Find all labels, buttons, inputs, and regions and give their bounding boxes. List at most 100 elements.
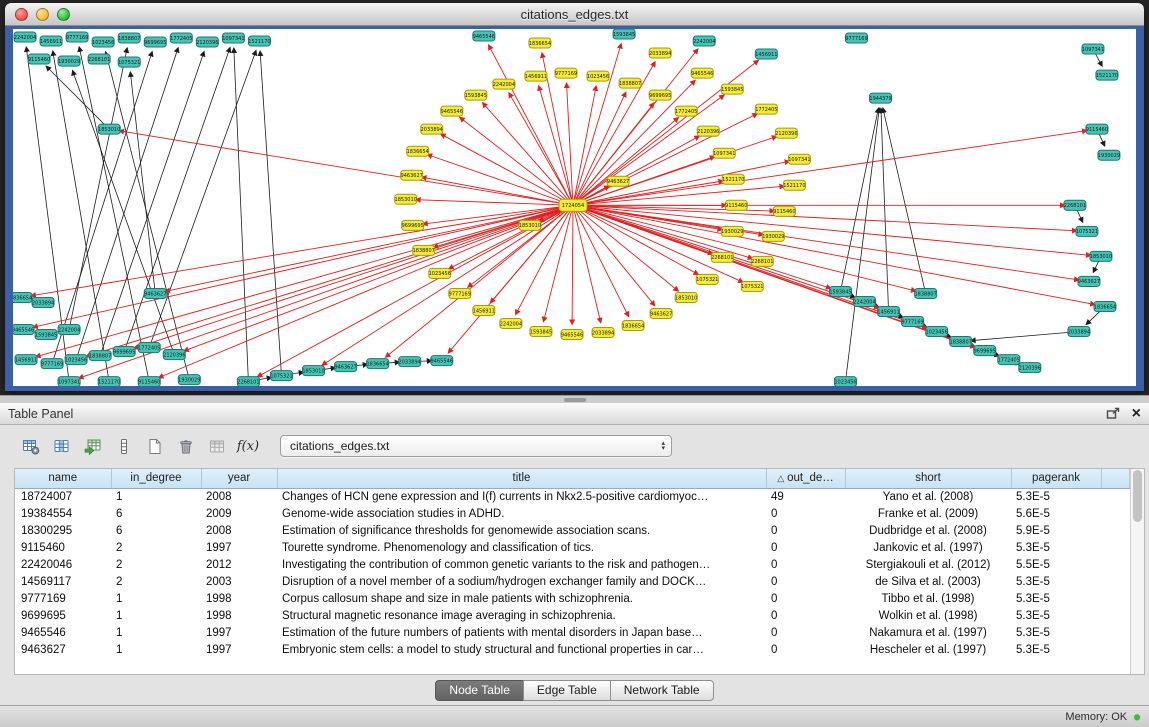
network-node[interactable]: 1836654 [407,146,429,156]
tab-edge-table[interactable]: Edge Table [523,680,611,701]
network-node[interactable]: 1075321 [696,274,718,284]
network-node[interactable]: 2120396 [196,37,218,47]
network-node[interactable]: 1853010 [675,292,697,302]
network-node[interactable]: 1593845 [721,84,743,94]
network-node[interactable]: 2120396 [163,350,185,360]
network-node[interactable]: 1836654 [13,292,32,302]
network-node[interactable]: 1853010 [519,220,541,230]
citation-edge-black[interactable] [971,332,1076,341]
network-node[interactable]: 1836654 [1094,301,1116,311]
citation-edge-black[interactable] [72,70,173,351]
network-node[interactable]: 1772405 [170,33,192,43]
citation-edge-red[interactable] [576,186,784,205]
merge-table-icon[interactable] [204,435,230,457]
citation-edge-black[interactable] [841,108,878,289]
network-node[interactable]: 1023456 [65,355,87,365]
network-node[interactable]: 2120396 [775,128,797,138]
network-node[interactable]: 9115460 [773,206,795,216]
network-node[interactable]: 1944379 [869,93,891,103]
citation-edge-black[interactable] [46,66,107,127]
citation-edge-red[interactable] [576,206,1091,256]
network-node[interactable]: 9115460 [138,377,160,386]
network-node[interactable]: 9699695 [974,346,996,356]
citation-edge-black[interactable] [846,108,879,379]
network-node[interactable]: 9463627 [650,308,672,318]
citation-edge-black[interactable] [260,51,281,373]
network-node[interactable]: 9463627 [144,288,166,298]
network-node[interactable]: 1838807 [118,33,140,43]
network-node[interactable]: 9463627 [334,362,356,372]
vertical-scrollbar[interactable] [1130,469,1144,674]
window-titlebar[interactable]: citations_edges.txt [5,3,1144,26]
network-node[interactable]: 2033894 [421,124,443,134]
network-node[interactable]: 9465546 [13,325,34,335]
network-node[interactable]: 2120396 [697,126,719,136]
network-node[interactable]: 9465546 [691,68,713,78]
network-node[interactable]: 2242004 [493,79,515,89]
citation-edge-red[interactable] [86,206,570,356]
function-builder-icon[interactable]: f(x) [235,435,261,457]
network-node[interactable]: 9463627 [401,170,423,180]
network-node[interactable]: 1097341 [58,377,80,386]
citation-edge-black[interactable] [79,47,148,379]
network-node[interactable]: 1853010 [395,194,417,204]
network-node[interactable]: 1593845 [530,327,552,337]
network-node[interactable]: 1838807 [950,337,972,347]
network-node[interactable]: 2268101 [88,54,110,64]
network-node[interactable]: 2268101 [751,256,773,266]
network-node[interactable]: 1097341 [1082,44,1104,54]
network-node[interactable]: 1521170 [722,174,744,184]
network-node[interactable]: 1097341 [222,33,244,43]
network-node[interactable]: 1075321 [741,281,763,291]
network-node[interactable]: 1456911 [15,355,37,365]
network-node[interactable]: 1853010 [302,366,324,376]
network-node[interactable]: 1593845 [613,29,635,39]
table-row[interactable]: 1938455462009Genome-wide association stu… [15,505,1130,522]
citation-edge-black[interactable] [101,52,204,353]
network-node[interactable]: 1772405 [675,106,697,116]
table-row[interactable]: 1456911722003Disruption of a novel membe… [15,573,1130,590]
network-node[interactable]: 1023456 [926,327,948,337]
table-options-icon[interactable] [18,435,44,457]
network-node[interactable]: 9699695 [649,90,671,100]
network-canvas-svg[interactable]: 1724054185301094636271836654203389494655… [13,29,1136,386]
network-node[interactable]: 2242004 [58,325,80,335]
table-row[interactable]: 1830029562008Estimation of significance … [15,522,1130,539]
network-node[interactable]: 1593845 [35,330,57,340]
citation-edge-black[interactable] [125,47,230,348]
citation-edge-black[interactable] [883,108,925,291]
hub-node[interactable]: 1724054 [559,199,587,211]
network-node[interactable]: 9115460 [1086,124,1108,134]
network-node[interactable]: 9699695 [144,37,166,47]
column-header-short[interactable]: short [845,469,1011,488]
network-node[interactable]: 1930029 [721,226,743,236]
citation-edge-red[interactable] [576,131,1087,205]
network-node[interactable]: 1023456 [834,377,856,386]
column-header-name[interactable]: name [15,469,111,488]
network-node[interactable]: 1930029 [762,231,784,241]
network-node[interactable]: 1075321 [270,371,292,381]
scrollbar-thumb[interactable] [1133,470,1142,522]
network-node[interactable]: 1075321 [118,57,140,67]
network-node[interactable]: 1456911 [877,306,899,316]
close-panel-icon[interactable]: × [1132,407,1141,421]
network-node[interactable]: 2268101 [1064,200,1086,210]
network-node[interactable]: 1075321 [1076,226,1098,236]
network-node[interactable]: 1521170 [783,180,805,190]
table-row[interactable]: 911546021997Tourette syndrome. Phenomeno… [15,539,1130,556]
network-node[interactable]: 9465546 [473,31,495,41]
network-node[interactable]: 2242004 [500,319,522,329]
citation-edge-red[interactable] [576,207,699,275]
network-node[interactable]: 9699695 [402,220,424,230]
network-node[interactable]: 2033894 [32,297,54,307]
citation-edge-red[interactable] [158,206,570,377]
network-node[interactable]: 9777169 [901,317,923,327]
network-node[interactable]: 1456911 [525,71,547,81]
network-node[interactable]: 1930029 [178,375,200,385]
table-row[interactable]: 946554611997Estimation of the future num… [15,624,1130,641]
network-canvas[interactable]: 1724054185301094636271836654203389494655… [13,29,1136,386]
network-node[interactable]: 1521170 [98,377,120,386]
network-node[interactable]: 1853010 [1090,251,1112,261]
network-node[interactable]: 9777169 [449,288,471,298]
row-tools-icon[interactable] [111,435,137,457]
